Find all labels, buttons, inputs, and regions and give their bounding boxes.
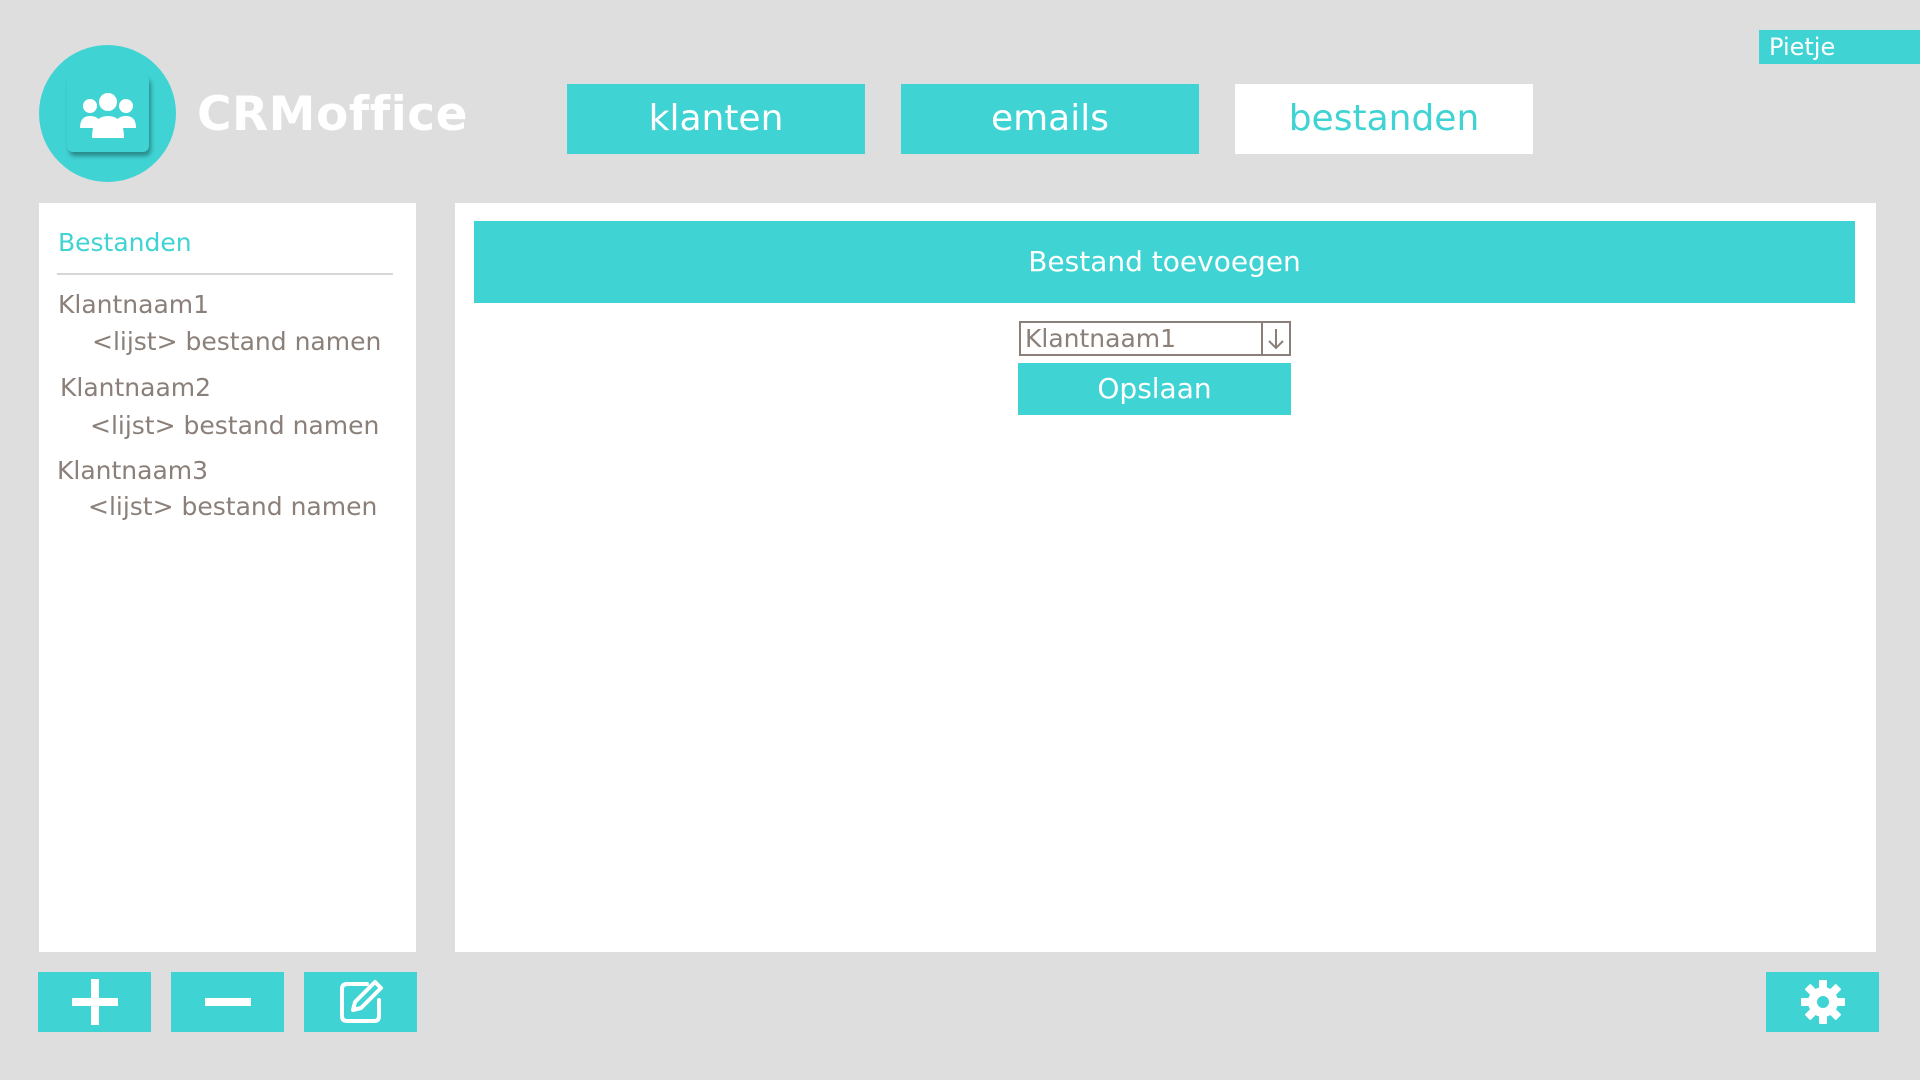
- tab-emails[interactable]: emails: [901, 84, 1199, 154]
- tab-bestanden[interactable]: bestanden: [1235, 84, 1533, 154]
- remove-button[interactable]: [171, 972, 284, 1032]
- sidebar-file-list[interactable]: <lijst> bestand namen: [90, 411, 379, 440]
- gear-icon: [1800, 980, 1845, 1024]
- logo-tile: [66, 75, 149, 152]
- sidebar-title: Bestanden: [58, 228, 192, 257]
- panel-header: Bestand toevoegen: [474, 221, 1855, 303]
- sidebar-client-name[interactable]: Klantnaam1: [58, 290, 209, 319]
- sidebar-client-name[interactable]: Klantnaam3: [57, 456, 208, 485]
- arrow-down-icon: [1268, 328, 1284, 349]
- sidebar-client-name[interactable]: Klantnaam2: [60, 373, 211, 402]
- main-panel: Bestand toevoegen Klantnaam1 Opslaan: [455, 203, 1876, 952]
- app-title: CRMoffice: [197, 87, 468, 142]
- save-button[interactable]: Opslaan: [1018, 363, 1291, 415]
- sidebar-file-list[interactable]: <lijst> bestand namen: [92, 327, 381, 356]
- sidebar-file-list[interactable]: <lijst> bestand namen: [88, 492, 377, 521]
- client-select-value: Klantnaam1: [1025, 324, 1177, 353]
- plus-icon: [71, 979, 118, 1025]
- sidebar: Bestanden Klantnaam1 <lijst> bestand nam…: [39, 203, 416, 952]
- user-badge[interactable]: Pietje: [1759, 30, 1920, 64]
- minus-icon: [204, 998, 251, 1006]
- edit-button[interactable]: [304, 972, 417, 1032]
- edit-icon: [339, 980, 383, 1023]
- select-arrow-button[interactable]: [1261, 323, 1289, 354]
- users-group-icon: [79, 92, 136, 138]
- sidebar-divider: [57, 273, 393, 275]
- app-logo: [39, 45, 176, 182]
- client-select[interactable]: Klantnaam1: [1019, 321, 1291, 356]
- add-button[interactable]: [38, 972, 151, 1032]
- settings-button[interactable]: [1766, 972, 1879, 1032]
- tab-klanten[interactable]: klanten: [567, 84, 865, 154]
